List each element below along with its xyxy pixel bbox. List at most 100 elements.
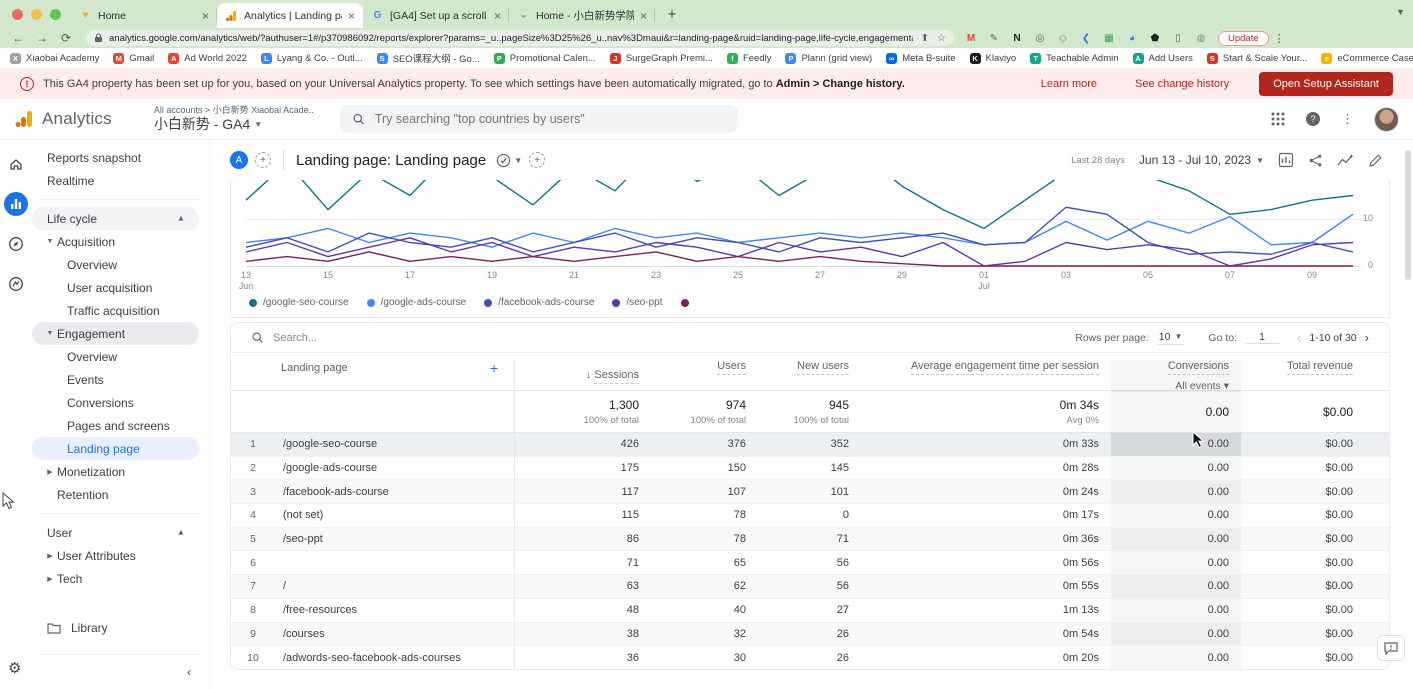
bookmark-item[interactable]: AAdd Users [1133, 53, 1193, 64]
bookmark-star-icon[interactable]: ☆ [937, 33, 946, 44]
collapse-nav-icon[interactable]: ‹ [32, 665, 209, 679]
browser-tab[interactable]: ♥Home× [71, 3, 217, 28]
sidebar-item-user-acquisition[interactable]: User acquisition [32, 276, 199, 299]
tab-close-icon[interactable]: × [348, 9, 355, 23]
line-chart[interactable] [231, 180, 1389, 272]
sidebar-item-engagement[interactable]: ▼Engagement [32, 322, 199, 345]
sidebar-item-realtime[interactable]: Realtime [32, 169, 199, 192]
bookmark-item[interactable]: fFeedly [727, 53, 772, 64]
tab-close-icon[interactable]: × [494, 9, 501, 23]
table-row[interactable]: 67165560m 56s0.00$0.00 [231, 551, 1389, 575]
code-extension-icon[interactable]: ❮ [1079, 33, 1093, 44]
chart-options-icon[interactable] [1278, 152, 1294, 168]
rows-per-page-select[interactable]: 10▼ [1157, 331, 1185, 345]
add-dimension-icon[interactable]: + [490, 360, 498, 376]
column-header-sessions[interactable]: ↓Sessions [514, 360, 651, 392]
browser-tab[interactable]: Analytics | Landing page: Land× [217, 3, 363, 28]
add-comparison-icon[interactable]: + [255, 152, 271, 168]
address-bar[interactable]: analytics.google.com/analytics/web/?auth… [86, 30, 954, 46]
table-row[interactable]: 8/free-resources4840271m 13s0.00$0.00 [231, 599, 1389, 623]
table-row[interactable]: 4(not set)1157800m 17s0.00$0.00 [231, 504, 1389, 528]
sidebar-item-traffic-acquisition[interactable]: Traffic acquisition [32, 299, 199, 322]
table-row[interactable]: 2/google-ads-course1751501450m 28s0.00$0… [231, 457, 1389, 481]
notion-extension-icon[interactable]: N [1010, 33, 1024, 44]
sidebar-item-user-attributes[interactable]: ▶User Attributes [32, 544, 199, 567]
image-extension-icon[interactable]: ▦ [1102, 33, 1116, 44]
bookmark-item[interactable]: SStart & Scale Your... [1207, 53, 1308, 64]
feedback-button[interactable] [1377, 635, 1405, 661]
sidebar-item-retention[interactable]: Retention [32, 483, 199, 506]
settings-gear-icon[interactable]: ⚙ [8, 659, 21, 677]
avatar[interactable] [1374, 107, 1399, 132]
open-setup-assistant-button[interactable]: Open Setup Assistant [1259, 72, 1393, 96]
bookmark-item[interactable]: PPromotional Calen... [494, 53, 596, 64]
sidebar-item-pages-and-screens[interactable]: Pages and screens [32, 414, 199, 437]
bookmark-item[interactable]: eeCommerce Case... [1321, 53, 1413, 64]
table-search[interactable]: Search... [251, 331, 317, 344]
bookmark-item[interactable]: SSEO课程大纲 - Go... [377, 51, 480, 65]
analytics-search[interactable] [340, 105, 738, 133]
close-window-icon[interactable] [12, 9, 23, 20]
meet-extension-icon[interactable]: ◍ [1194, 33, 1208, 44]
sidebar-item-acquisition[interactable]: ▼Acquisition [32, 230, 199, 253]
insights-icon[interactable] [1337, 153, 1354, 168]
window-controls[interactable] [0, 9, 71, 28]
bookmark-item[interactable]: ∞Meta B-suite [886, 53, 955, 64]
new-tab-button[interactable]: + [661, 3, 683, 25]
sidebar-item-monetization[interactable]: ▶Monetization [32, 460, 199, 483]
add-metric-icon[interactable]: + [529, 152, 545, 168]
column-header-landing-page[interactable]: Landing page+ [231, 360, 514, 376]
forward-button[interactable]: → [30, 31, 54, 45]
sidebar-item-tech[interactable]: ▶Tech [32, 567, 199, 590]
bookmark-item[interactable]: TTeachable Admin [1030, 53, 1118, 64]
bookmark-item[interactable]: MGmail [113, 53, 154, 64]
breadcrumb[interactable]: All accounts > 小白新势 Xiaobai Acade.. [154, 105, 314, 116]
camera-extension-icon[interactable]: ◎ [1033, 33, 1047, 44]
browser-tab[interactable]: ◒Home - 小白新势学院× [509, 3, 655, 28]
sidebar-item-life-cycle[interactable]: Life cycle▼ [32, 207, 199, 230]
bookmark-item[interactable]: XXiaobai Academy [10, 53, 99, 64]
table-row[interactable]: 3/facebook-ads-course1171071010m 24s0.00… [231, 480, 1389, 504]
sidebar-item-landing-page[interactable]: Landing page [32, 437, 199, 460]
stamp-extension-icon[interactable]: ◇ [1056, 33, 1070, 44]
table-row[interactable]: 1/google-seo-course4263763520m 33s0.00$0… [231, 433, 1389, 457]
update-button[interactable]: Update [1218, 31, 1269, 46]
analytics-search-input[interactable] [375, 112, 726, 126]
column-header-users[interactable]: Users [651, 360, 758, 375]
chevron-up-icon[interactable]: ▼ [177, 528, 185, 537]
table-row[interactable]: 7/6362560m 55s0.00$0.00 [231, 575, 1389, 599]
legend-item[interactable] [681, 299, 689, 307]
learn-more-link[interactable]: Learn more [1041, 78, 1097, 90]
next-page-icon[interactable]: › [1365, 330, 1369, 345]
legend-item[interactable]: /google-ads-course [367, 297, 467, 308]
sidebar-item-overview[interactable]: Overview [32, 253, 199, 276]
bookmark-item[interactable]: KKlaviyo [970, 53, 1017, 64]
sidebar-item-user[interactable]: User▼ [32, 521, 199, 544]
browser-menu-icon[interactable]: ⋮ [1274, 32, 1285, 45]
browser-tab[interactable]: G[GA4] Set up a scroll conversio× [363, 3, 509, 28]
more-options-icon[interactable]: ⋮ [1341, 111, 1354, 127]
sidebar-item-reports-snapshot[interactable]: Reports snapshot [32, 146, 199, 169]
advertising-icon[interactable] [4, 272, 28, 296]
goto-page-input[interactable] [1245, 331, 1279, 344]
home-icon[interactable] [4, 152, 28, 176]
sidebar-item-conversions[interactable]: Conversions [32, 391, 199, 414]
reports-icon[interactable] [4, 192, 28, 216]
edit-report-icon[interactable] [1368, 153, 1383, 168]
tab-close-icon[interactable]: × [640, 9, 647, 23]
back-button[interactable]: ← [6, 31, 30, 45]
column-header-average-engagement-time-per-session[interactable]: Average engagement time per session [861, 360, 1111, 375]
report-status-chip[interactable]: ▼ [496, 153, 522, 168]
chevron-down-icon[interactable]: ▼ [1396, 7, 1405, 17]
chevron-right-icon[interactable]: ▶ [43, 468, 57, 476]
sidebar-item-events[interactable]: Events [32, 368, 199, 391]
previous-page-icon[interactable]: ‹ [1297, 330, 1301, 345]
share-page-icon[interactable]: ⬆ [921, 33, 929, 44]
scrollbar-thumb[interactable] [1405, 150, 1411, 280]
library-item[interactable]: Library [32, 616, 209, 640]
sidebar-item-overview[interactable]: Overview [32, 345, 199, 368]
legend-item[interactable]: /seo-ppt [612, 297, 662, 308]
minimize-window-icon[interactable] [31, 9, 42, 20]
legend-item[interactable]: /facebook-ads-course [484, 297, 594, 308]
pen-extension-icon[interactable]: ✎ [987, 33, 1001, 44]
